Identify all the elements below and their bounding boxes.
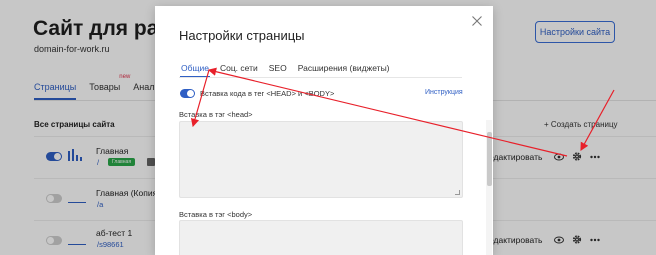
close-icon[interactable] xyxy=(471,14,483,26)
body-label: Вставка в тэг <body> xyxy=(179,210,253,219)
scrollbar-thumb[interactable] xyxy=(487,132,492,186)
tab-social[interactable]: Соц. сети xyxy=(220,63,258,73)
instruction-link[interactable]: Инструкция xyxy=(425,89,463,96)
body-code-textarea[interactable] xyxy=(179,220,463,255)
code-insert-label: Вставка кода в тег <HEAD> и <BODY> xyxy=(200,89,335,98)
tab-general[interactable]: Общие xyxy=(180,63,210,78)
modal-tabs: Общие Соц. сети SEO Расширения (виджеты) xyxy=(180,63,401,78)
tab-seo[interactable]: SEO xyxy=(269,63,287,73)
page-settings-modal: Настройки страницы Общие Соц. сети SEO Р… xyxy=(155,6,493,255)
resize-handle[interactable] xyxy=(455,190,460,195)
modal-title: Настройки страницы xyxy=(179,28,305,43)
head-code-textarea[interactable] xyxy=(179,121,463,198)
code-insert-toggle[interactable] xyxy=(180,89,195,98)
tabs-divider xyxy=(179,77,462,78)
head-label: Вставка в тэг <head> xyxy=(179,110,253,119)
tab-widgets[interactable]: Расширения (виджеты) xyxy=(298,63,390,73)
